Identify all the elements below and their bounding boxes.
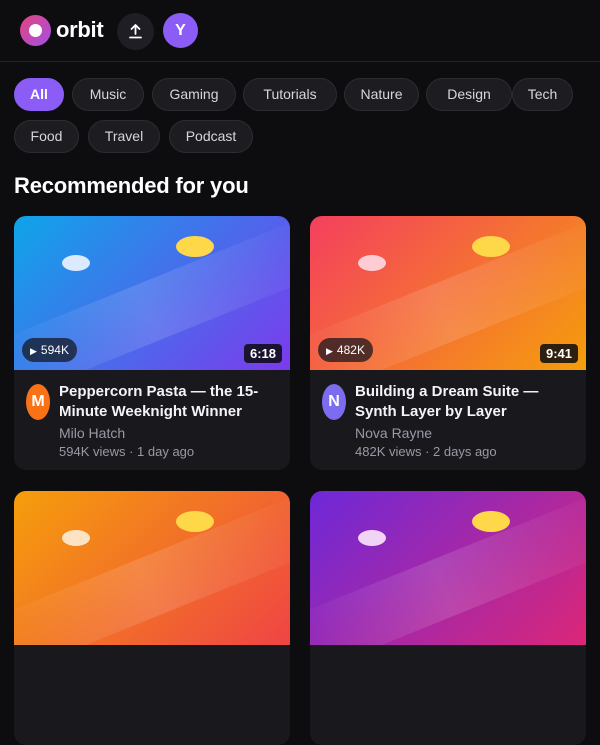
upload-icon [129,24,142,39]
video-thumbnail[interactable] [14,491,290,645]
views-badge: ▶ 482K [318,338,373,362]
video-title[interactable]: Building a Dream Suite — Synth Layer by … [355,382,577,422]
chip-podcast[interactable]: Podcast [169,120,253,153]
cloud-shape [358,255,386,271]
chip-all[interactable]: All [14,78,64,111]
video-thumbnail[interactable]: ▶ 482K 9:41 [310,216,586,370]
cloud-shape [358,530,386,546]
video-card[interactable] [14,491,290,745]
sun-shape [472,236,510,257]
sun-shape [176,236,214,257]
logo-text[interactable]: orbit [56,16,104,44]
views-badge-text: 594K [40,343,69,357]
logo-dot [29,24,42,37]
video-stats: 594K views · 1 day ago [59,444,195,459]
views-badge: ▶ 594K [22,338,77,362]
video-card[interactable]: ▶ 482K 9:41 N Building a Dream Suite — Sy… [310,216,586,470]
thumbnail-shine [310,491,586,645]
channel-avatar[interactable]: M [26,384,50,420]
chip-music[interactable]: Music [72,78,144,111]
video-thumbnail[interactable] [310,491,586,645]
video-meta: M Peppercorn Pasta — the 15-Minute Weekn… [14,370,290,470]
video-card[interactable] [310,491,586,745]
chip-tech[interactable]: Tech [512,78,573,111]
duration-badge: 9:41 [539,344,578,363]
cloud-shape [62,530,90,546]
orbit-logo-icon[interactable] [20,15,51,46]
cloud-shape [62,255,90,271]
video-card[interactable]: ▶ 594K 6:18 M Peppercorn Pasta — the 15-M… [14,216,290,470]
chip-gaming[interactable]: Gaming [152,78,236,111]
chip-tutorials[interactable]: Tutorials [243,78,337,111]
video-title[interactable]: Peppercorn Pasta — the 15-Minute Weeknig… [59,382,281,422]
user-avatar-button[interactable]: Y [163,13,198,48]
sun-shape [472,511,510,532]
chip-travel[interactable]: Travel [88,120,160,153]
views-badge-text: 482K [336,343,365,357]
video-stats: 482K views · 2 days ago [355,444,497,459]
video-thumbnail[interactable]: ▶ 594K 6:18 [14,216,290,370]
duration-badge: 6:18 [243,344,282,363]
video-meta: N Building a Dream Suite — Synth Layer b… [310,370,586,470]
channel-name[interactable]: Nova Rayne [355,424,432,442]
chip-food[interactable]: Food [14,120,79,153]
chip-nature[interactable]: Nature [344,78,419,111]
channel-name[interactable]: Milo Hatch [59,424,125,442]
sun-shape [176,511,214,532]
play-icon: ▶ [326,346,333,356]
chip-design[interactable]: Design [426,78,512,111]
play-icon: ▶ [30,346,37,356]
thumbnail-shine [14,491,290,645]
section-title: Recommended for you [14,173,249,198]
top-bar: orbit Y [0,0,600,62]
upload-button[interactable] [117,13,154,50]
channel-avatar[interactable]: N [322,384,346,420]
